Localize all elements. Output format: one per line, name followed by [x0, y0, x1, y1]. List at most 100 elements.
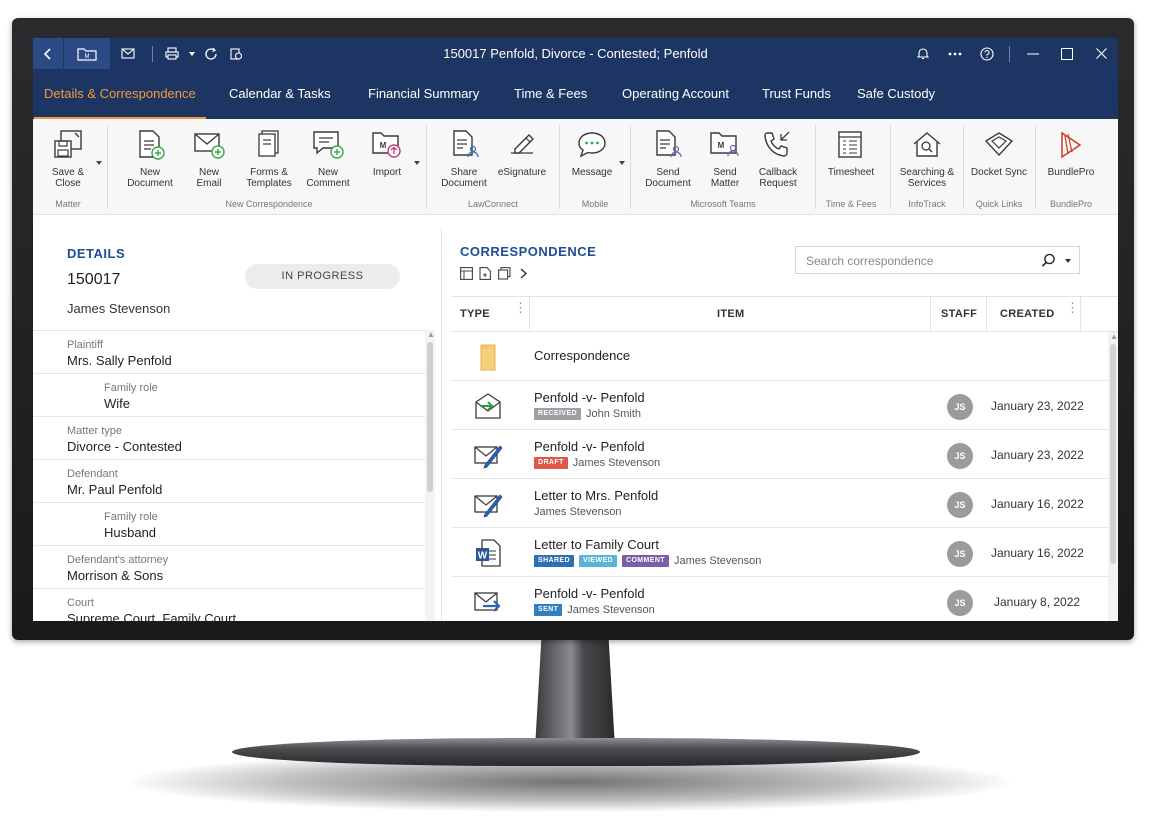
esignature-button[interactable]: eSignature — [491, 129, 553, 178]
created-date: January 8, 2022 — [994, 595, 1081, 609]
callback-request-button[interactable]: Callback Request — [747, 129, 809, 189]
new-item-icon[interactable] — [479, 267, 492, 280]
field-court[interactable]: Court Supreme Court, Family Court — [33, 589, 426, 621]
ribbon-divider — [890, 125, 891, 209]
item-meta: James Stevenson — [534, 506, 621, 518]
field-label: Defendant's attorney — [67, 554, 169, 566]
help-button[interactable] — [971, 38, 1003, 69]
close-button[interactable] — [1084, 38, 1118, 69]
correspondence-scrollbar[interactable]: ▲ — [1108, 332, 1118, 621]
new-document-button[interactable]: New Document — [119, 129, 181, 189]
received-badge: RECEIVED — [534, 408, 581, 420]
notifications-button[interactable] — [907, 38, 939, 69]
view-list-icon[interactable] — [460, 267, 473, 280]
new-document-icon — [139, 130, 165, 160]
matter-number: 150017 — [67, 271, 121, 288]
group-time-fees: Time & Fees — [825, 199, 877, 209]
tab-safe-custody[interactable]: Safe Custody — [857, 86, 935, 101]
tab-financial-summary[interactable]: Financial Summary — [368, 86, 479, 101]
item-person: James Stevenson — [572, 457, 661, 469]
scrollbar-thumb[interactable] — [427, 342, 433, 492]
staff-avatar[interactable]: JS — [947, 492, 973, 518]
table-row[interactable]: W Letter to Family Court SHARED VIEWED C… — [451, 528, 1108, 577]
import-button[interactable]: M Import — [356, 129, 418, 178]
help-icon — [980, 46, 994, 61]
close-icon — [1095, 48, 1107, 59]
group-new-correspondence: New Correspondence — [225, 199, 313, 209]
save-close-icon — [54, 130, 82, 158]
details-scrollbar[interactable]: ▲ — [425, 330, 435, 621]
column-menu-icon[interactable]: ⋮ — [514, 301, 527, 314]
minimize-button[interactable] — [1016, 38, 1050, 69]
new-comment-button[interactable]: New Comment — [297, 129, 359, 189]
chevron-right-icon[interactable] — [517, 267, 530, 280]
details-field-list: Plaintiff Mrs. Sally Penfold Family role… — [33, 330, 426, 621]
created-date: January 16, 2022 — [991, 497, 1084, 511]
word-document-icon: W — [476, 539, 501, 567]
search-icon[interactable] — [1041, 253, 1056, 268]
field-defendant[interactable]: Defendant Mr. Paul Penfold — [33, 460, 426, 503]
timesheet-button[interactable]: Timesheet — [820, 129, 882, 178]
group-matter: Matter — [55, 199, 81, 209]
docket-sync-button[interactable]: Docket Sync — [967, 129, 1031, 178]
table-row[interactable]: Penfold -v- Penfold DRAFT James Stevenso… — [451, 430, 1108, 479]
ribbon-divider — [630, 125, 631, 209]
table-row[interactable]: Penfold -v- Penfold SENT James Stevenson… — [451, 577, 1108, 621]
share-document-button[interactable]: Share Document — [433, 129, 495, 189]
scroll-up-icon[interactable]: ▲ — [1110, 332, 1118, 341]
ribbon-divider — [963, 125, 964, 209]
save-dropdown[interactable] — [96, 161, 102, 165]
staff-avatar[interactable]: JS — [947, 541, 973, 567]
maximize-icon — [1061, 47, 1073, 60]
new-comment-label: New Comment — [306, 167, 350, 189]
scrollbar-thumb[interactable] — [1110, 344, 1116, 564]
staff-avatar[interactable]: JS — [947, 590, 973, 616]
column-item[interactable]: ITEM — [717, 308, 744, 320]
received-email-icon — [475, 393, 501, 419]
tab-trust-funds[interactable]: Trust Funds — [762, 86, 831, 101]
new-email-button[interactable]: New Email — [178, 129, 240, 189]
esignature-label: eSignature — [497, 167, 547, 178]
column-type[interactable]: TYPE — [460, 308, 490, 320]
column-created[interactable]: CREATED — [1000, 308, 1054, 320]
message-button[interactable]: Message — [561, 129, 623, 178]
folder-icon — [480, 344, 496, 371]
field-defendant-attorney[interactable]: Defendant's attorney Morrison & Sons — [33, 546, 426, 589]
scroll-up-icon[interactable]: ▲ — [427, 330, 435, 339]
staff-avatar[interactable]: JS — [947, 443, 973, 469]
search-input[interactable] — [806, 252, 1026, 270]
column-staff[interactable]: STAFF — [941, 308, 977, 320]
copy-document-icon[interactable] — [498, 267, 511, 280]
field-label: Court — [67, 597, 94, 609]
message-dropdown[interactable] — [619, 161, 625, 165]
import-dropdown[interactable] — [414, 161, 420, 165]
bundlepro-button[interactable]: BundlePro — [1040, 129, 1102, 178]
column-separator — [529, 297, 530, 331]
tab-operating-account[interactable]: Operating Account — [622, 86, 729, 101]
field-plaintiff[interactable]: Plaintiff Mrs. Sally Penfold — [33, 331, 426, 374]
table-row[interactable]: Correspondence — [451, 332, 1108, 381]
timesheet-label: Timesheet — [827, 167, 875, 178]
search-dropdown[interactable] — [1065, 259, 1071, 263]
ribbon-toolbar: Save & Close Matter New Document New Ema… — [33, 119, 1118, 215]
column-menu-icon[interactable]: ⋮ — [1066, 301, 1079, 314]
save-close-button[interactable]: Save & Close — [37, 129, 99, 189]
searching-services-button[interactable]: Searching & Services — [896, 129, 958, 189]
more-options-button[interactable] — [939, 38, 971, 69]
forms-templates-button[interactable]: Forms & Templates — [238, 129, 300, 189]
item-title: Penfold -v- Penfold — [534, 439, 645, 454]
group-lawconnect: LawConnect — [467, 199, 519, 209]
status-badge[interactable]: IN PROGRESS — [245, 264, 400, 289]
docket-sync-label: Docket Sync — [970, 167, 1028, 178]
send-document-button[interactable]: Send Document — [637, 129, 699, 189]
field-defendant-family-role[interactable]: Family role Husband — [33, 503, 426, 546]
tab-details-correspondence[interactable]: Details & Correspondence — [34, 86, 206, 120]
table-row[interactable]: Penfold -v- Penfold RECEIVED John Smith … — [451, 381, 1108, 430]
field-matter-type[interactable]: Matter type Divorce - Contested — [33, 417, 426, 460]
field-plaintiff-family-role[interactable]: Family role Wife — [33, 374, 426, 417]
maximize-button[interactable] — [1050, 38, 1084, 69]
tab-time-fees[interactable]: Time & Fees — [514, 86, 587, 101]
tab-calendar-tasks[interactable]: Calendar & Tasks — [229, 86, 331, 101]
table-row[interactable]: Letter to Mrs. Penfold James Stevenson J… — [451, 479, 1108, 528]
staff-avatar[interactable]: JS — [947, 394, 973, 420]
